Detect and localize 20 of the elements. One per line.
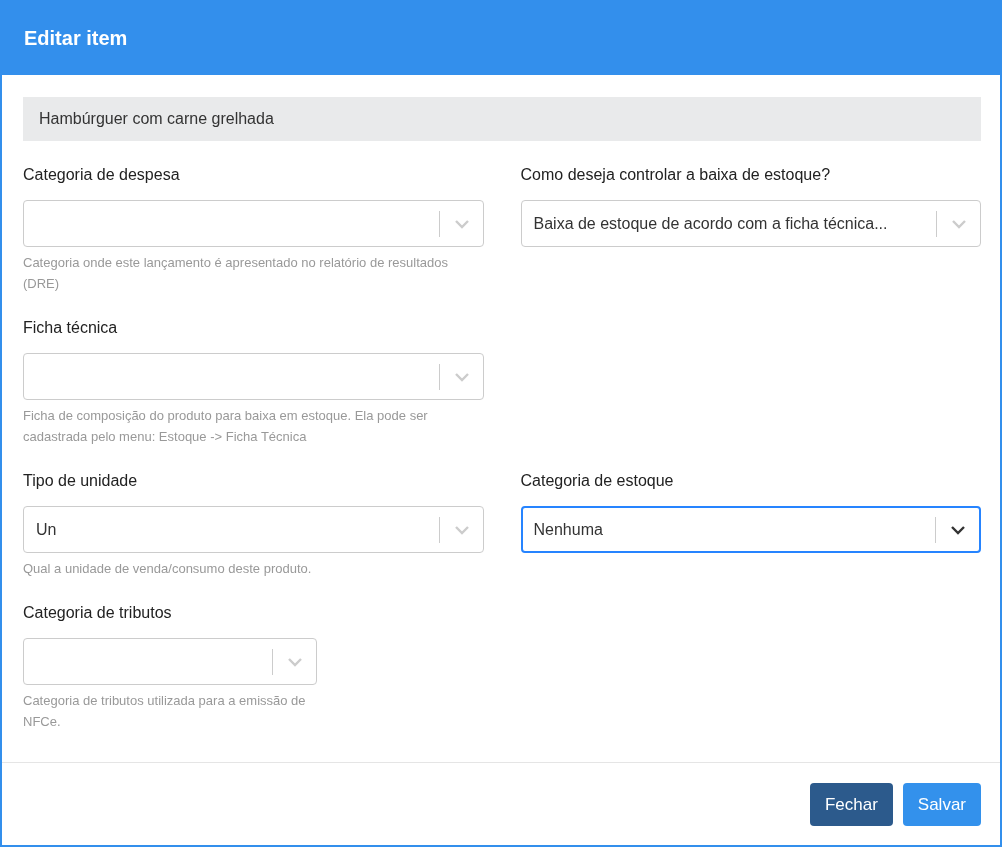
- modal-title: Editar item: [24, 25, 128, 50]
- help-text: Categoria de tributos utilizada para a emissão de NFCe.: [23, 692, 307, 731]
- select-field[interactable]: Baixa de estoque de acordo com a ficha técnica...: [520, 200, 981, 247]
- field-label: Tipo de unidade: [23, 471, 139, 491]
- item-name-bar: Hambúrguer com carne grelhada: [23, 97, 981, 141]
- select-field[interactable]: [23, 353, 484, 400]
- field-label: Ficha técnica: [23, 318, 119, 338]
- select-field[interactable]: Un: [23, 506, 484, 553]
- field-label: Categoria de estoque: [520, 471, 675, 491]
- select-field[interactable]: [23, 638, 317, 685]
- close-button[interactable]: Fechar: [809, 782, 893, 826]
- help-text: Categoria onde este lançamento é apresentado no relatório de resultados (DRE): [23, 254, 449, 293]
- field-label: Categoria de despesa: [23, 165, 181, 185]
- field-label: Categoria de tributos: [23, 603, 173, 623]
- chevron-down-icon[interactable]: [950, 524, 966, 535]
- select-field[interactable]: [23, 200, 484, 247]
- help-text: Ficha de composição do produto para baixa em estoque. Ela pode ser cadastrada pelo menu: Estoque -> Ficha Técnica: [23, 407, 429, 446]
- field-label: Como deseja controlar a baixa de estoque?: [520, 165, 832, 185]
- select-field[interactable]: Nenhuma: [520, 506, 981, 553]
- help-text: Qual a unidade de venda/consumo deste produto.: [23, 560, 313, 578]
